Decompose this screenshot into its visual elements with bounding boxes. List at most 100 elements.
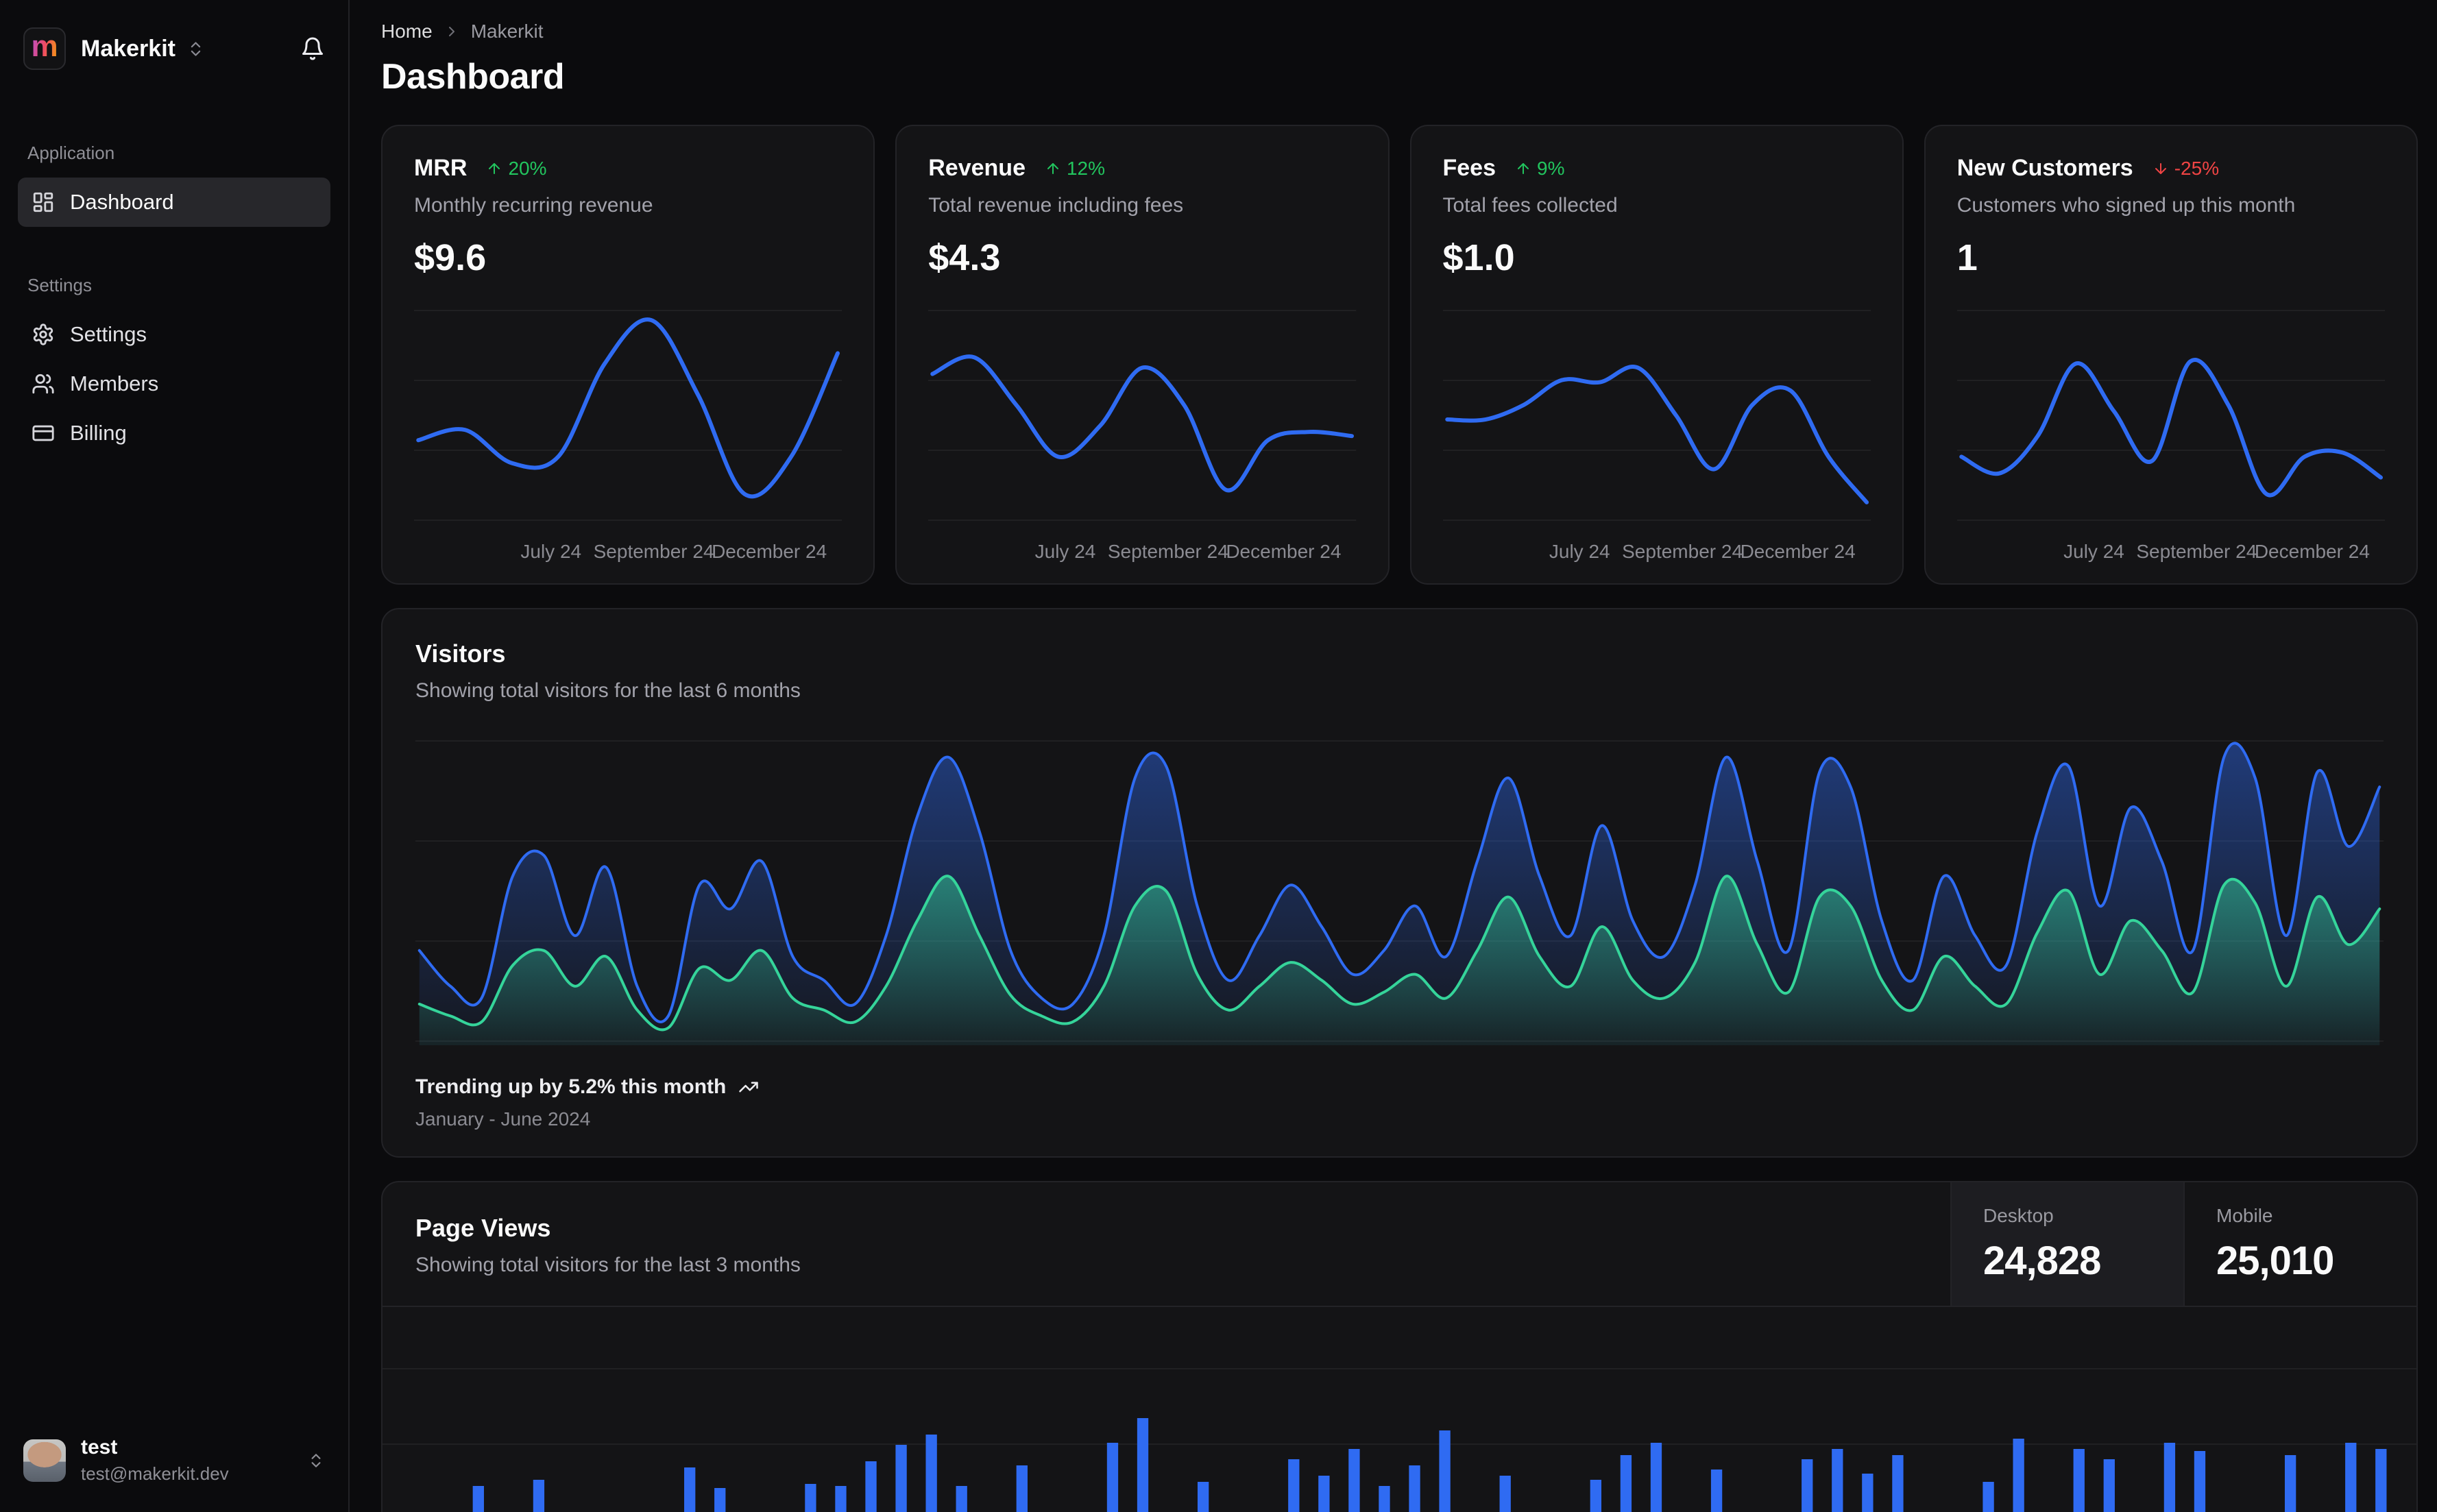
x-tick: December 24 [1226,541,1342,562]
stat-value: 1 [1956,237,1978,278]
sidebar: m Makerkit Application Dashboard Setting… [0,0,350,1512]
sidebar-nav: Application Dashboard Settings Settings … [18,143,330,458]
trending-up-icon [739,1082,759,1093]
x-tick: July 24 [520,541,582,562]
sparkline-chart-new-customers: July 24 September 24 December 24 [1957,302,2385,565]
trend-text: Trending up by 5.2% this month [415,1075,727,1098]
tab-mobile[interactable]: Mobile 25,010 [2183,1182,2416,1306]
trend-badge: 12% [1045,158,1105,180]
trend-badge: -25% [2153,158,2219,180]
page-title: Dashboard [381,57,565,97]
nav-section-label-application: Application [27,143,115,163]
x-tick: July 24 [1549,541,1610,562]
x-tick: July 24 [1034,541,1096,562]
stat-subtitle: Customers who signed up this month [1956,194,2296,217]
stat-value: $4.3 [928,237,1001,278]
stat-value: $9.6 [414,237,487,278]
sidebar-item-billing[interactable]: Billing [18,409,330,458]
stat-card-new-customers: New Customers -25% Customers who signed … [1924,125,2418,585]
workspace-name: Makerkit [81,35,175,62]
stat-subtitle: Total revenue including fees [928,194,1184,217]
page-views-title: Page Views [415,1214,551,1242]
trend-value: 12% [1066,157,1106,179]
visitors-footer-trend: Trending up by 5.2% this month [415,1075,2384,1099]
breadcrumb-current: Makerkit [470,21,544,42]
chevrons-up-down-icon [311,1453,321,1467]
page-views-header: Page Views Showing total visitors for th… [383,1182,2416,1307]
arrow-up-icon [1518,162,1529,174]
user-name: test [81,1436,118,1459]
trend-value: 9% [1537,157,1565,179]
chevrons-up-down-icon [191,41,201,56]
arrow-up-icon [1047,162,1058,174]
trend-value: 20% [508,157,547,179]
stat-title: New Customers [1956,155,2133,181]
stat-title: MRR [414,155,468,181]
main-content: Home Makerkit Dashboard MRR 20% Monthly … [350,0,2437,1512]
sparkline-chart-revenue: July 24 September 24 December 24 [928,302,1356,565]
visitors-area-chart [415,737,2384,1045]
stat-subtitle: Total fees collected [1442,194,1618,217]
x-tick: July 24 [2063,541,2124,562]
breadcrumb-home[interactable]: Home [381,21,433,42]
sparkline-chart-mrr: July 24 September 24 December 24 [414,302,842,565]
sidebar-item-label: Settings [70,322,147,346]
trend-value: -25% [2174,157,2220,179]
stat-card-grid: MRR 20% Monthly recurring revenue $9.6 J… [381,125,2418,585]
x-tick: September 24 [1622,541,1743,562]
avatar [23,1439,66,1482]
stat-value: $1.0 [1442,237,1515,278]
tab-value: 24,828 [1983,1238,2101,1283]
layout-dashboard-icon [33,192,53,212]
visitors-subtitle: Showing total visitors for the last 6 mo… [415,679,801,702]
arrow-up-icon [489,162,500,174]
notifications-button[interactable] [300,36,325,61]
tab-value: 25,010 [2216,1238,2334,1283]
page-views-subtitle: Showing total visitors for the last 3 mo… [415,1254,801,1276]
stat-card-mrr: MRR 20% Monthly recurring revenue $9.6 J… [381,125,875,585]
user-email: test@makerkit.dev [81,1463,229,1484]
x-axis-ticks: July 24 September 24 December 24 [1957,535,2385,565]
stat-card-fees: Fees 9% Total fees collected $1.0 July 2… [1409,125,1904,585]
user-menu[interactable]: test test@makerkit.dev [18,1429,330,1491]
stat-title: Fees [1442,155,1496,181]
x-axis-ticks: July 24 September 24 December 24 [928,535,1356,565]
x-tick: December 24 [2254,541,2370,562]
page-views-bar-chart [383,1307,2416,1512]
trend-badge: 9% [1515,158,1564,180]
stat-title: Revenue [928,155,1026,181]
nav-section-label-settings: Settings [27,275,92,295]
x-tick: December 24 [712,541,827,562]
credit-card-icon [32,425,54,441]
sidebar-item-members[interactable]: Members [18,359,330,409]
bell-icon [302,37,323,60]
visitors-card: Visitors Showing total visitors for the … [381,608,2418,1158]
sidebar-item-dashboard[interactable]: Dashboard [18,178,330,227]
stat-subtitle: Monthly recurring revenue [414,194,653,217]
sidebar-item-settings[interactable]: Settings [18,310,330,359]
x-axis-ticks: July 24 September 24 December 24 [1443,535,1871,565]
chevron-right-icon [448,27,454,36]
x-tick: September 24 [2136,541,2257,562]
tab-desktop[interactable]: Desktop 24,828 [1950,1182,2183,1306]
page-views-card: Page Views Showing total visitors for th… [381,1181,2418,1512]
page-views-metric-tabs: Desktop 24,828 Mobile 25,010 [1950,1182,2416,1306]
tab-label: Desktop [1983,1204,2054,1226]
user-meta: test test@makerkit.dev [81,1436,229,1485]
sidebar-item-label: Dashboard [70,190,174,214]
gear-icon [33,324,53,345]
sidebar-item-label: Members [70,371,159,395]
users-icon [32,374,54,394]
trend-badge: 20% [486,158,546,180]
x-tick: September 24 [1107,541,1228,562]
stat-card-revenue: Revenue 12% Total revenue including fees… [895,125,1390,585]
x-tick: December 24 [1740,541,1856,562]
visitors-footer-period: January - June 2024 [415,1108,591,1130]
workspace-header: m Makerkit [18,23,330,74]
x-axis-ticks: July 24 September 24 December 24 [414,535,842,565]
workspace-logo[interactable]: m [23,27,66,70]
sidebar-item-label: Billing [70,421,127,445]
x-tick: September 24 [593,541,714,562]
workspace-switcher[interactable]: Makerkit [81,36,205,62]
